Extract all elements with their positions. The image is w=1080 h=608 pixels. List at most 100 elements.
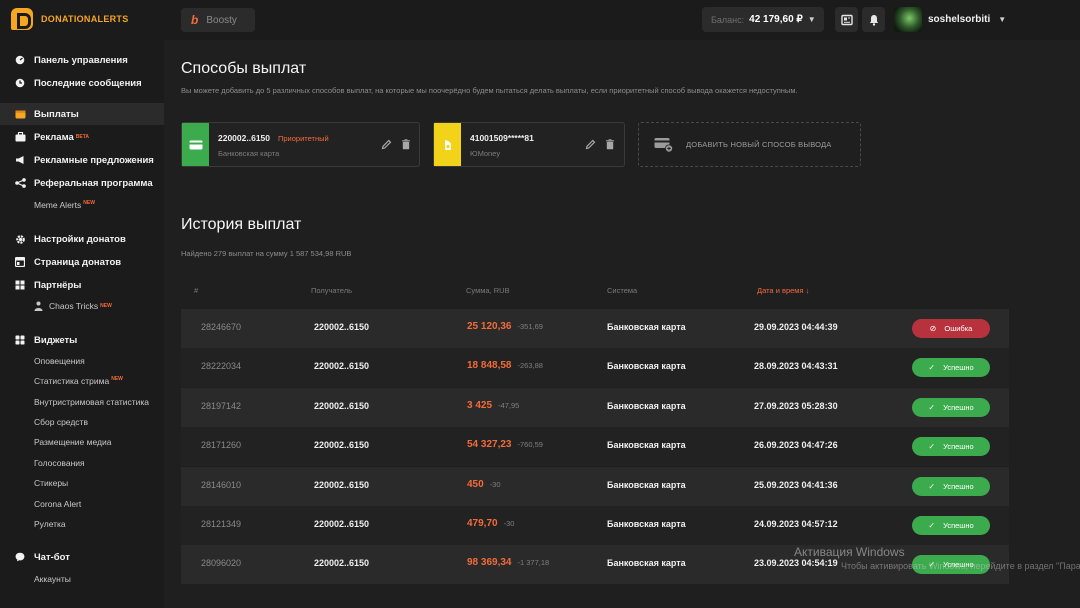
card-type: Банковская карта <box>218 149 280 158</box>
avatar <box>894 7 922 32</box>
card-number: 41001509*****81 <box>470 133 534 143</box>
payout-sum-cell: 54 327,23 -760,59 <box>467 439 543 450</box>
payout-sum: 3 425 <box>467 400 493 411</box>
payout-sum-cell: 3 425 -47,95 <box>467 400 519 411</box>
sidebar-item-accounts[interactable]: Аккаунты <box>34 574 71 584</box>
boosty-label: Boosty <box>206 14 237 26</box>
person-icon <box>34 301 43 311</box>
username: soshelsorbiti <box>928 14 991 25</box>
payout-fee: -30 <box>489 480 501 489</box>
table-row: 28121349 220002..6150 479,70 -30 Банковская … <box>181 506 1009 545</box>
payout-card-yoomoney[interactable]: 41001509*****81 ЮMoney <box>433 122 625 167</box>
check-icon: ✓ <box>928 403 936 412</box>
sidebar: Панель управления Последние сообщения Вы… <box>0 40 164 608</box>
payout-id: 28197142 <box>201 401 242 411</box>
yoomoney-icon <box>444 139 451 150</box>
payout-sum: 54 327,23 <box>467 439 512 450</box>
delete-button[interactable] <box>604 138 616 150</box>
sidebar-widget-media[interactable]: Размещение медиа <box>34 437 111 447</box>
edit-button[interactable] <box>584 138 596 150</box>
sidebar-item-label: Страница донатов <box>34 256 122 268</box>
sidebar-item-chaos-tricks[interactable]: Chaos Tricks NEW <box>34 301 112 311</box>
page-icon <box>14 256 26 268</box>
payout-methods-description: Вы можете добавить до 5 различных способ… <box>181 86 798 95</box>
payout-fee: -760,59 <box>517 440 543 449</box>
status-label: Ошибка <box>944 324 973 333</box>
sidebar-item-payouts[interactable]: Выплаты <box>0 103 164 125</box>
payout-date: 24.09.2023 04:57:12 <box>754 519 838 529</box>
newspaper-icon <box>840 14 853 25</box>
sidebar-widget-fundraising[interactable]: Сбор средств <box>34 417 88 427</box>
error-icon: ⊘ <box>929 324 937 333</box>
column-header-date-sort[interactable]: Дата и время ↓ <box>757 286 809 295</box>
add-payout-label: ДОБАВИТЬ НОВЫЙ СПОСОБ ВЫВОДА <box>686 140 832 149</box>
payout-fee: -351,69 <box>517 322 543 331</box>
payout-sum-cell: 25 120,36 -351,69 <box>467 321 543 332</box>
share-icon <box>14 177 26 189</box>
payout-id: 28146010 <box>201 480 242 490</box>
payout-system: Банковская карта <box>607 519 686 529</box>
column-header-system: Система <box>607 286 638 295</box>
payout-system: Банковская карта <box>607 480 686 490</box>
payout-fee: -47,95 <box>498 401 520 410</box>
card-number-line: 220002..6150 Приоритетный <box>218 133 329 143</box>
sidebar-item-widgets[interactable]: Виджеты <box>0 329 164 351</box>
megaphone-icon <box>14 154 26 166</box>
sidebar-item-label: Рекламные предложения <box>34 154 154 166</box>
boosty-button[interactable]: b Boosty <box>181 8 255 32</box>
notifications-button[interactable] <box>862 7 885 32</box>
sidebar-item-referral[interactable]: Реферальная программа <box>0 172 164 194</box>
sidebar-item-chatbot[interactable]: Чат-бот <box>0 546 164 568</box>
payout-sum: 98 369,34 <box>467 557 512 568</box>
payout-id: 28222034 <box>201 361 242 371</box>
add-card-icon <box>654 137 674 153</box>
delete-button[interactable] <box>400 138 412 150</box>
windows-activation-text: Чтобы активировать Windows, перейдите в … <box>841 561 1080 571</box>
sidebar-widget-instream-stats[interactable]: Внутристримовая статистика <box>34 397 149 407</box>
check-icon: ✓ <box>928 521 936 530</box>
table-row: 28246670 220002..6150 25 120,36 -351,69 Банк… <box>181 309 1009 348</box>
status-label: Успешно <box>943 363 974 372</box>
add-payout-method-button[interactable]: ДОБАВИТЬ НОВЫЙ СПОСОБ ВЫВОДА <box>638 122 861 167</box>
edit-button[interactable] <box>380 138 392 150</box>
balance-value: 42 179,60 ₽ <box>749 14 803 25</box>
sidebar-widget-corona-alert[interactable]: Corona Alert <box>34 499 81 509</box>
briefcase-icon <box>14 131 26 143</box>
payout-sum: 25 120,36 <box>467 321 512 332</box>
sidebar-item-label: Реферальная программа <box>34 177 153 189</box>
status-label: Успешно <box>943 403 974 412</box>
sidebar-item-meme-alerts[interactable]: Meme Alerts NEW <box>34 200 95 210</box>
top-bar: DONATIONALERTS b Boosty Баланс: 42 179,6… <box>0 0 1080 40</box>
gear-icon <box>14 233 26 245</box>
user-menu[interactable]: soshelsorbiti ▼ <box>894 7 1006 32</box>
sidebar-widget-stickers[interactable]: Стикеры <box>34 478 68 488</box>
sidebar-widget-stream-stats[interactable]: Статистика стрима NEW <box>34 376 123 386</box>
sidebar-widget-roulette[interactable]: Рулетка <box>34 519 66 529</box>
logo[interactable]: DONATIONALERTS <box>11 8 129 30</box>
sidebar-item-ads[interactable]: Реклама BETA <box>0 126 164 148</box>
sidebar-item-last-messages[interactable]: Последние сообщения <box>0 72 164 94</box>
sidebar-item-label: Виджеты <box>34 334 78 346</box>
news-button[interactable] <box>835 7 858 32</box>
sidebar-item-partners[interactable]: Партнёры <box>0 274 164 296</box>
sidebar-item-dashboard[interactable]: Панель управления <box>0 49 164 71</box>
sidebar-item-donation-settings[interactable]: Настройки донатов <box>0 228 164 250</box>
payout-recipient: 220002..6150 <box>314 558 370 568</box>
payout-system: Банковская карта <box>607 558 686 568</box>
sidebar-item-label: Панель управления <box>34 54 128 66</box>
payout-recipient: 220002..6150 <box>314 361 370 371</box>
balance-dropdown[interactable]: Баланс: 42 179,60 ₽ ▼ <box>702 7 824 32</box>
sidebar-widget-polls[interactable]: Голосования <box>34 458 85 468</box>
logo-icon <box>11 8 33 30</box>
sidebar-widget-alerts[interactable]: Оповещения <box>34 356 85 366</box>
status-badge: ✓ Успешно <box>912 477 990 496</box>
payout-sum: 479,70 <box>467 518 498 529</box>
payout-date: 23.09.2023 04:54:19 <box>754 558 838 568</box>
payout-id: 28096020 <box>201 558 242 568</box>
sidebar-item-label: Голосования <box>34 458 85 468</box>
sidebar-item-donation-page[interactable]: Страница донатов <box>0 251 164 273</box>
payout-card-bank[interactable]: 220002..6150 Приоритетный Банковская карт… <box>181 122 420 167</box>
status-badge: ⊘ Ошибка <box>912 319 990 338</box>
payout-recipient: 220002..6150 <box>314 519 370 529</box>
sidebar-item-ad-offers[interactable]: Рекламные предложения <box>0 149 164 171</box>
